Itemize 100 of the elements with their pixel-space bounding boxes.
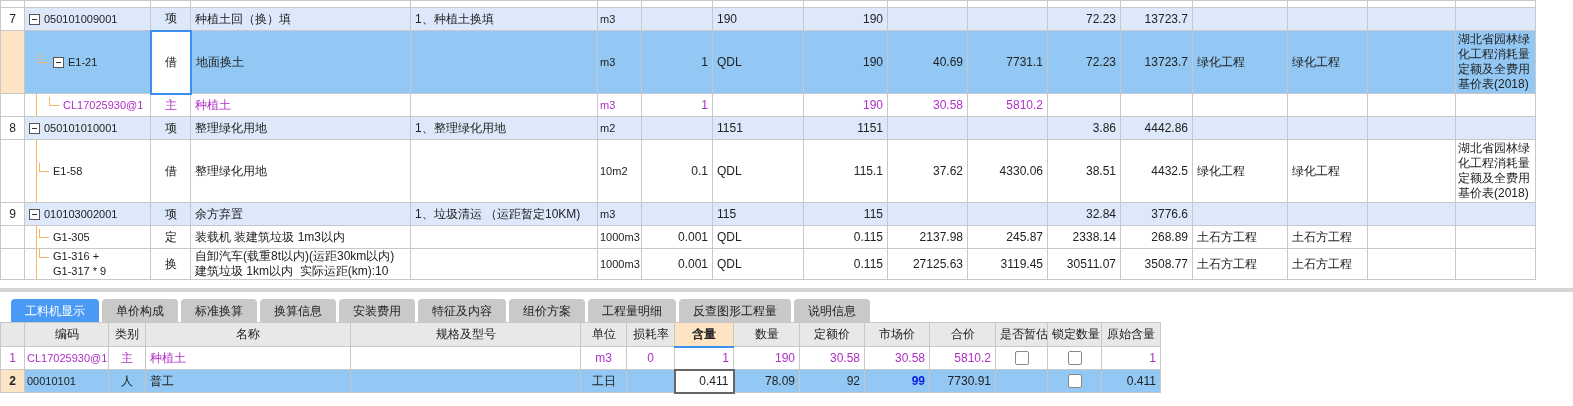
column-header[interactable]: 定额价	[799, 322, 865, 347]
tree-connector-line	[39, 229, 49, 239]
tab[interactable]: 说明信息	[794, 299, 870, 322]
collapse-toggle-icon[interactable]	[53, 56, 64, 68]
column-header[interactable]: 单位	[580, 322, 627, 347]
table-cell-text: 0.115	[853, 229, 883, 244]
table-cell-text: 190	[774, 350, 795, 365]
tab[interactable]: 工程量明细	[588, 299, 676, 322]
checkbox[interactable]	[1067, 374, 1082, 389]
table-cell-text: 绿化工程	[1197, 54, 1245, 69]
table-cell-text: QDL	[717, 54, 742, 69]
table-cell-text: 1000m3	[600, 257, 640, 270]
tab[interactable]: 组价方案	[509, 299, 585, 322]
table-cell-text: 92	[846, 373, 860, 388]
table-cell-text: 1	[722, 350, 729, 365]
table-cell-text: m3	[600, 98, 616, 111]
checkbox[interactable]	[1014, 351, 1029, 366]
column-header[interactable]: 含量	[674, 322, 734, 347]
column-header[interactable]: 类别	[108, 322, 146, 347]
table-cell-text: 主	[164, 97, 177, 112]
table-cell-text: 5810.2	[954, 350, 991, 365]
table-cell-text: 绿化工程	[1292, 54, 1340, 69]
table-cell-text: 湖北省园林绿化工程消耗量定额及全费用基价表(2018)	[1458, 32, 1530, 91]
tree-connector-line	[39, 249, 49, 258]
table-cell-text: m3	[600, 55, 616, 68]
table-cell-text: 1	[1149, 350, 1156, 365]
table-cell-text: 10m2	[600, 164, 628, 177]
column-header[interactable]: 损耗率	[626, 322, 675, 347]
column-header[interactable]: 锁定数量	[1047, 322, 1102, 347]
table-cell-text: 30.58	[932, 97, 963, 112]
checkbox[interactable]	[1067, 351, 1082, 366]
tab[interactable]: 单价构成	[102, 299, 178, 322]
column-header[interactable]: 合价	[929, 322, 996, 347]
tab[interactable]: 安装费用	[339, 299, 415, 322]
tree-connector-line	[39, 163, 49, 173]
table-cell-text: 32.84	[1085, 206, 1116, 221]
table-cell-text: 115.1	[853, 163, 883, 178]
collapse-toggle-icon[interactable]	[29, 208, 40, 220]
table-cell-text: 1	[701, 97, 708, 112]
column-header[interactable]: 规格及型号	[350, 322, 581, 347]
table-cell-text: 7731.1	[1006, 54, 1043, 69]
table-cell-text: 115	[863, 206, 883, 221]
table-cell-text: 4432.5	[1151, 163, 1188, 178]
item-code: G1-305	[53, 229, 90, 245]
table-cell-text: 土石方工程	[1292, 256, 1352, 271]
table-cell-text: 1151	[857, 120, 883, 135]
tab[interactable]: 换算信息	[260, 299, 336, 322]
table-cell-text: 普工	[150, 373, 174, 388]
column-header[interactable]: 原始含量	[1101, 322, 1161, 347]
table-cell-text: 4442.86	[1144, 120, 1188, 135]
table-cell-text: m3	[600, 12, 616, 25]
cell-editor[interactable]: 借	[150, 30, 191, 94]
tab[interactable]: 特征及内容	[418, 299, 506, 322]
item-code: CL17025930@1	[63, 97, 144, 113]
table-cell-text: 3119.45	[1000, 256, 1043, 271]
table-cell-text: 268.89	[1151, 229, 1188, 244]
tab[interactable]: 反查图形工程量	[679, 299, 791, 322]
row-number: 9	[9, 206, 16, 221]
table-cell-text: 1、垃圾清运 （运距暂定10KM)	[415, 206, 581, 221]
table-cell-text: 190	[862, 54, 883, 69]
table-cell-text: 5810.2	[1006, 97, 1043, 112]
row-number: 7	[9, 11, 16, 26]
table-cell-text: 190	[862, 97, 883, 112]
column-header[interactable]: 编码	[24, 322, 109, 347]
item-code: 050101009001	[44, 11, 118, 27]
table-cell-text: 自卸汽车(载重8t以内)(运距30km以内) 建筑垃圾 1km以内 实际运距(km):10	[195, 249, 395, 278]
table-cell-text: 115	[717, 206, 737, 221]
column-header[interactable]: 市场价	[864, 322, 930, 347]
table-cell-text: 4330.06	[999, 163, 1043, 178]
column-header[interactable]: 数量	[733, 322, 800, 347]
table-cell-text: 190	[717, 11, 738, 26]
table-cell-text: 3508.77	[1144, 256, 1188, 271]
table-cell-text: CL17025930@1	[27, 351, 108, 364]
tab[interactable]: 标准换算	[181, 299, 257, 322]
table-cell-text: 30511.07	[1066, 256, 1116, 271]
table-cell-text: 30.58	[894, 350, 925, 365]
collapse-toggle-icon[interactable]	[29, 122, 40, 134]
table-cell-text: m3	[600, 207, 616, 220]
table-cell-text: 13723.7	[1144, 11, 1188, 26]
table-cell-text: 绿化工程	[1197, 163, 1245, 178]
table-cell-text: 种植土	[195, 97, 231, 112]
table-cell-text: 0.115	[853, 256, 883, 271]
collapse-toggle-icon[interactable]	[29, 13, 40, 25]
table-cell-text: 项	[164, 120, 177, 135]
table-cell-text: QDL	[717, 163, 742, 178]
cell-editor[interactable]: 0.411	[674, 369, 734, 393]
table-cell-text: 0.001	[677, 256, 708, 271]
table-cell-text: 190	[862, 11, 883, 26]
table-cell-text: 40.69	[932, 54, 963, 69]
table-cell-text: 38.51	[1085, 163, 1116, 178]
table-cell-text: 土石方工程	[1197, 256, 1257, 271]
column-header[interactable]: 名称	[145, 322, 351, 347]
table-cell-text: 3.86	[1092, 120, 1116, 135]
item-code: G1-316 + G1-317 * 9	[53, 249, 107, 279]
table-cell-text: 1	[701, 54, 708, 69]
table-cell-text: m2	[600, 121, 616, 134]
table-cell-text: 78.09	[764, 373, 795, 388]
table-cell-text: 2338.14	[1072, 229, 1116, 244]
row-number: 2	[9, 373, 16, 388]
table-cell-text: 0	[647, 350, 654, 365]
